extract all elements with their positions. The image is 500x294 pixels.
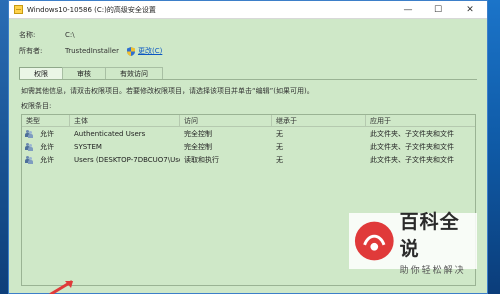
folder-icon (14, 5, 23, 14)
table-row[interactable]: 允许 Authenticated Users 完全控制 无 此文件夹、子文件夹和… (22, 127, 475, 140)
row-type-cell: 允许 (22, 129, 70, 139)
desktop-background-left (0, 0, 8, 294)
shield-icon (126, 46, 135, 56)
table-header: 类型 主体 访问 继承于 应用于 (22, 115, 475, 127)
users-icon (25, 155, 33, 164)
watermark-title: 百科全说 (399, 210, 460, 260)
users-icon (25, 129, 33, 138)
tab-effective-access[interactable]: 有效访问 (105, 67, 163, 79)
header-access[interactable]: 访问 (180, 115, 272, 126)
row-inherited-from: 无 (276, 142, 283, 151)
name-row: 名称: C:\ (19, 30, 75, 40)
tab-panel-border (19, 79, 477, 80)
change-owner-label: 更改(C) (137, 47, 163, 55)
close-button[interactable]: ✕ (453, 1, 487, 19)
row-applies-to: 此文件夹、子文件夹和文件 (370, 142, 454, 151)
permission-entries-label: 权限条目: (21, 102, 52, 110)
row-type: 允许 (40, 155, 54, 164)
row-type: 允许 (40, 142, 54, 151)
row-subject: Authenticated Users (74, 129, 146, 138)
watermark: 百科全说 助你轻松解决 (349, 211, 477, 276)
red-arrow-annotation-icon (49, 280, 73, 294)
header-inherited-from[interactable]: 继承于 (272, 115, 366, 126)
row-type-cell: 允许 (22, 142, 70, 152)
baike-logo-icon (354, 221, 394, 261)
row-type-cell: 允许 (22, 155, 70, 165)
window-title: Windows10-10586 (C:)的高级安全设置 (27, 5, 156, 14)
tab-strip: 权限 审核 有效访问 (19, 67, 163, 80)
row-type: 允许 (40, 129, 54, 138)
row-applies-to: 此文件夹、子文件夹和文件 (370, 155, 454, 164)
owner-value: TrustedInstaller (65, 47, 119, 55)
row-inherited-from: 无 (276, 155, 283, 164)
name-label: 名称: (19, 31, 36, 39)
name-value: C:\ (65, 31, 75, 39)
row-subject: Users (DESKTOP-7DBCUO7\User... (74, 155, 180, 164)
header-subject[interactable]: 主体 (70, 115, 180, 126)
owner-label: 所有者: (19, 47, 43, 55)
desktop-background-right (488, 0, 500, 294)
title-bar[interactable]: Windows10-10586 (C:)的高级安全设置 — ☐ ✕ (9, 1, 487, 19)
minimize-button[interactable]: — (393, 1, 423, 19)
row-subject: SYSTEM (74, 142, 102, 151)
table-row[interactable]: 允许 SYSTEM 完全控制 无 此文件夹、子文件夹和文件 (22, 140, 475, 153)
owner-row: 所有者: TrustedInstaller 更改(C) (19, 46, 162, 56)
maximize-button[interactable]: ☐ (423, 1, 453, 19)
permissions-hint: 如需其他信息，请双击权限项目。若要修改权限项目，请选择该项目并单击“编辑”(如果… (21, 87, 314, 95)
row-inherited-from: 无 (276, 129, 283, 138)
table-row[interactable]: 允许 Users (DESKTOP-7DBCUO7\User... 读取和执行 … (22, 153, 475, 166)
header-applies-to[interactable]: 应用于 (366, 115, 475, 126)
advanced-security-window: Windows10-10586 (C:)的高级安全设置 — ☐ ✕ 名称: C:… (8, 0, 488, 294)
change-owner-link[interactable]: 更改(C) (126, 46, 163, 56)
header-type[interactable]: 类型 (22, 115, 70, 126)
row-applies-to: 此文件夹、子文件夹和文件 (370, 129, 454, 138)
watermark-subtitle: 助你轻松解决 (399, 265, 466, 276)
row-access: 读取和执行 (184, 155, 219, 164)
row-access: 完全控制 (184, 142, 212, 151)
tab-auditing[interactable]: 审核 (62, 67, 106, 79)
row-access: 完全控制 (184, 129, 212, 138)
users-icon (25, 142, 33, 151)
